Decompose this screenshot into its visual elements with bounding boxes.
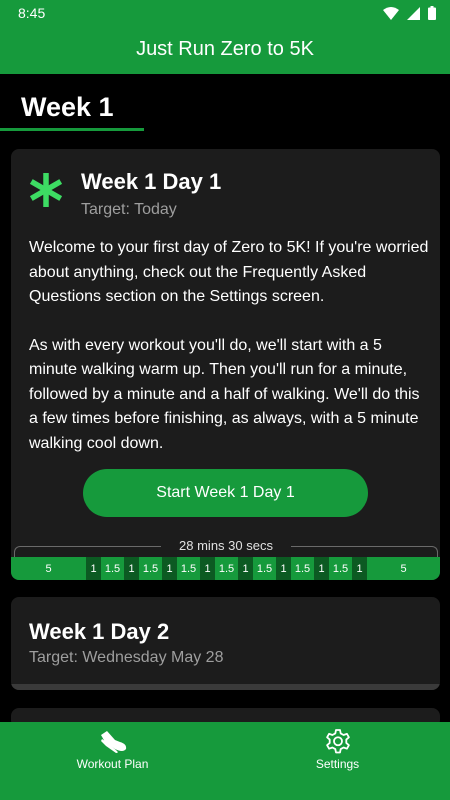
run-segment: 1	[314, 557, 329, 580]
workout-title: Week 1 Day 1	[81, 169, 222, 194]
gear-icon	[326, 729, 350, 754]
nav-workout-plan[interactable]: Workout Plan	[0, 722, 225, 800]
run-segment: 1	[238, 557, 253, 580]
description-paragraph-1: Welcome to your first day of Zero to 5K!…	[29, 239, 429, 305]
workout-description: Welcome to your first day of Zero to 5K!…	[29, 236, 429, 456]
workout-timeline: 28 mins 30 secs 5 1 1.5 1 1.5 1 1.5 1 1.5 1 1.5 1 1.…	[11, 538, 440, 580]
run-segment: 1	[200, 557, 215, 580]
workout-target: Target: Today	[81, 201, 177, 218]
walk-segment: 1.5	[215, 557, 238, 580]
tab-week-1-label: Week 1	[21, 92, 114, 122]
asterisk-icon	[29, 173, 63, 207]
walk-segment: 1.5	[329, 557, 352, 580]
run-segment: 1	[86, 557, 101, 580]
workout-card-day-1[interactable]: Week 1 Day 1 Target: Today Welcome to yo…	[11, 149, 440, 580]
run-segment: 1	[162, 557, 177, 580]
workout-title: Week 1 Day 2	[29, 619, 170, 644]
tab-week-1[interactable]: Week 1	[0, 80, 144, 132]
timeline-segments: 5 1 1.5 1 1.5 1 1.5 1 1.5 1 1.5 1 1.5 1 1.5 1 5	[11, 557, 440, 580]
nav-settings[interactable]: Settings	[225, 722, 450, 800]
running-shoe-icon	[101, 731, 127, 753]
run-segment: 1	[276, 557, 291, 580]
app-bar: Just Run Zero to 5K	[0, 26, 450, 74]
signal-icon	[407, 6, 420, 20]
walk-segment: 5	[367, 557, 440, 580]
nav-settings-label: Settings	[315, 757, 360, 771]
tab-indicator	[0, 128, 144, 131]
description-paragraph-2: As with every workout you'll do, we'll s…	[29, 336, 420, 452]
timeline-total-duration: 28 mins 30 secs	[161, 538, 291, 554]
run-segment: 1	[352, 557, 367, 580]
bottom-navigation: Workout Plan Settings	[0, 722, 450, 800]
walk-segment: 1.5	[291, 557, 314, 580]
start-workout-button[interactable]: Start Week 1 Day 1	[83, 469, 368, 517]
walk-segment: 5	[11, 557, 86, 580]
walk-segment: 1.5	[177, 557, 200, 580]
walk-segment: 1.5	[139, 557, 162, 580]
status-icons	[383, 6, 436, 20]
walk-segment: 1.5	[101, 557, 124, 580]
run-segment: 1	[124, 557, 139, 580]
timeline-preview	[11, 684, 440, 690]
walk-segment: 1.5	[253, 557, 276, 580]
app-title: Just Run Zero to 5K	[136, 38, 314, 60]
workout-card-day-2[interactable]: Week 1 Day 2 Target: Wednesday May 28	[11, 597, 440, 690]
status-bar: 8:45	[0, 0, 450, 26]
battery-icon	[428, 6, 436, 20]
nav-workout-plan-label: Workout Plan	[76, 757, 149, 771]
workout-target: Target: Wednesday May 28	[29, 649, 224, 666]
wifi-icon	[383, 6, 399, 20]
status-time: 8:45	[18, 5, 46, 21]
